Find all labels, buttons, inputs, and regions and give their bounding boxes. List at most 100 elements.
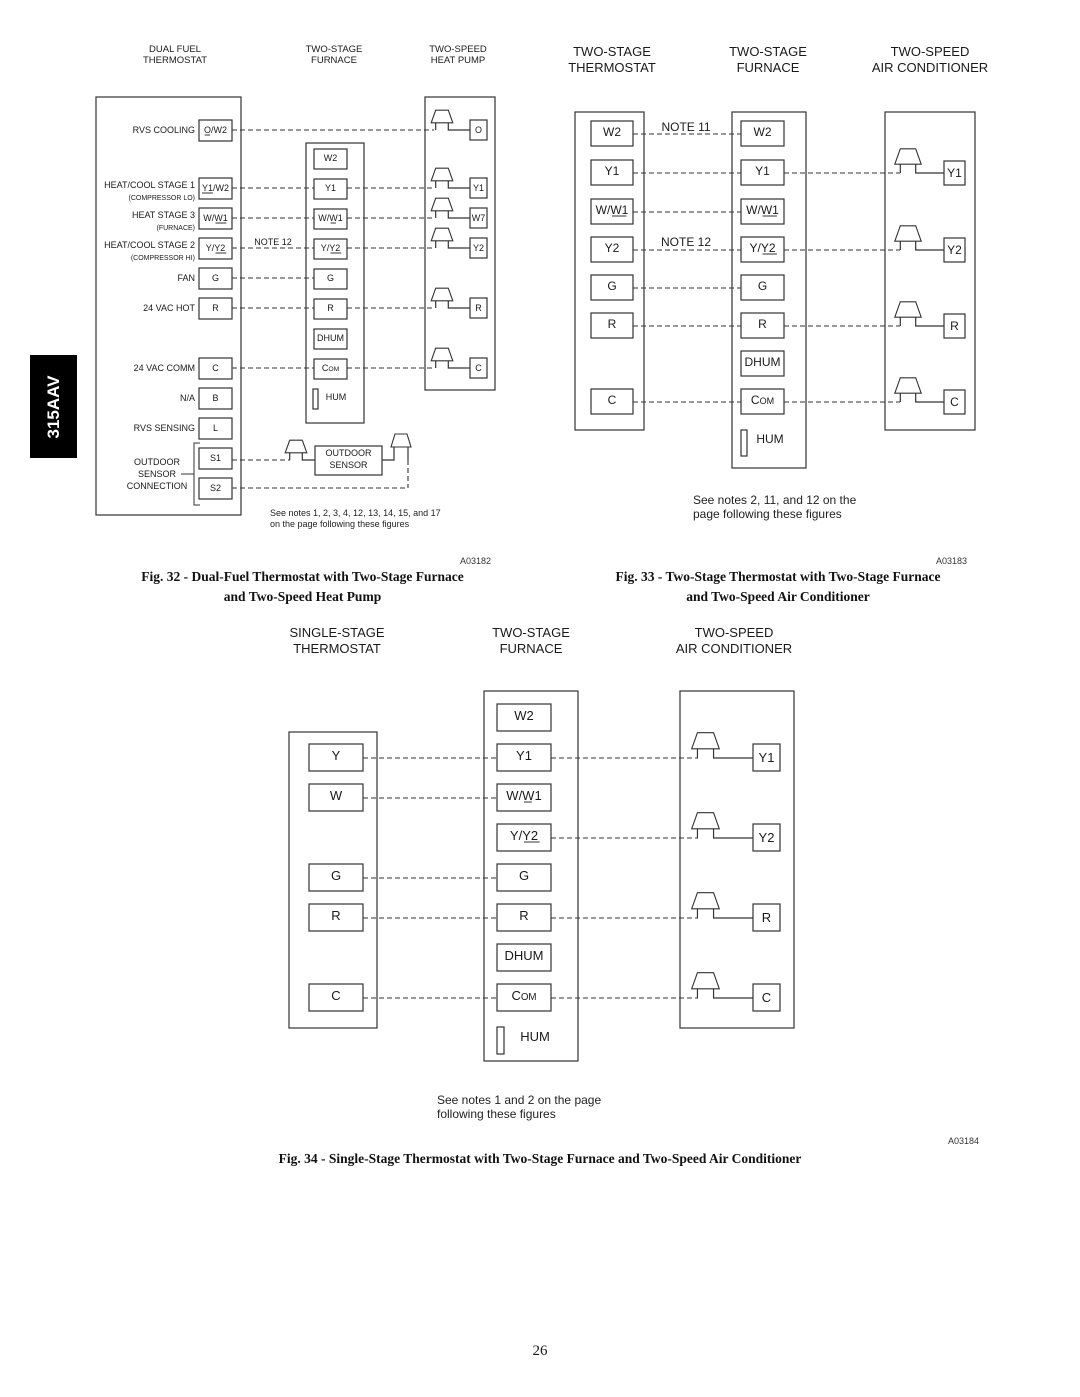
- footnote-line: See notes 2, 11, and 12 on the: [693, 493, 857, 507]
- contactor-coil: [690, 812, 721, 830]
- contactor-icon: [430, 197, 470, 219]
- caption-line: and Two-Speed Heat Pump: [223, 589, 382, 604]
- fig33-thermostat-terminal-label: C: [608, 393, 617, 407]
- caption-line: and Two-Speed Air Conditioner: [686, 589, 870, 604]
- fig32-outdoor-label: CONNECTION: [127, 481, 188, 491]
- fig33-thermostat-terminal-label: Y1: [605, 164, 620, 178]
- footnote-line: following these figures: [437, 1107, 556, 1121]
- fig32-footnote: See notes 1, 2, 3, 4, 12, 13, 14, 15, an…: [270, 508, 441, 530]
- fig32-terminal-function-label: FAN: [177, 273, 195, 283]
- fig34-header-ac: TWO-SPEED AIR CONDITIONER: [660, 625, 808, 656]
- fig32-heatpump-terminal-label: O: [475, 125, 482, 135]
- header-line: TWO-SPEED: [694, 625, 774, 640]
- contactor-coil: [430, 227, 454, 242]
- solid-wire: [915, 164, 944, 174]
- contactor-coil: [390, 433, 412, 448]
- contactor-icon: [430, 227, 470, 249]
- fig32-terminal-function-label: 24 VAC HOT: [143, 303, 195, 313]
- contactor-coil: [430, 197, 454, 212]
- fig32-heatpump-terminal-label: Y2: [473, 243, 484, 253]
- fig33-furnace-terminal-label: DHUM: [745, 355, 781, 369]
- fig34-furnace-terminal-label: HUM: [520, 1029, 550, 1044]
- solid-wire: [915, 317, 944, 327]
- fig32-thermostat-terminal-label: C: [212, 363, 219, 373]
- contactor-coil: [430, 347, 454, 362]
- fig32-furnace-terminal-label: W/W1: [318, 213, 343, 223]
- fig32-thermostat-terminal-label: O/W2: [204, 125, 227, 135]
- footnote-line: page following these figures: [693, 507, 842, 521]
- fig32-thermostat-terminal-label: S1: [210, 453, 221, 463]
- fig32-thermostat-terminal-label: S2: [210, 483, 221, 493]
- fig32-caption: Fig. 32 - Dual-Fuel Thermostat with Two-…: [90, 567, 515, 607]
- fig34-furnace-terminal-label: COM: [511, 988, 536, 1003]
- fig32-terminal-function-label: RVS SENSING: [134, 423, 195, 433]
- contactor-icon: [690, 732, 753, 759]
- header-line: TWO-STAGE: [492, 625, 570, 640]
- fig32-furnace-terminal-label: Y1: [325, 183, 336, 193]
- solid-wire: [712, 748, 753, 759]
- header-line: SINGLE-STAGE: [289, 625, 385, 640]
- fig33-furnace-terminal-label: Y/Y2: [749, 241, 775, 255]
- caption-line: Fig. 32 - Dual-Fuel Thermostat with Two-…: [141, 569, 464, 584]
- fig34-ac-box: [679, 690, 795, 1029]
- fig32-outdoor-label: OUTDOOR: [134, 457, 180, 467]
- fig33-diagram: W2 Y1 W/W1 Y2 G R C W2 Y1 W/W1 Y/Y2 G R DHUM COM HUM Y1 Y…: [574, 111, 976, 469]
- fig34-furnace-terminal-label: Y1: [516, 748, 532, 763]
- fig32-diagram: O/W2 RVS COOLING Y1/W2 HEAT/COOL STAGE 1 (CO…: [95, 96, 496, 516]
- contactor-coil: [894, 377, 922, 394]
- fig34-thermostat-terminal-label: Y: [332, 748, 341, 763]
- header-line: FURNACE: [499, 640, 563, 656]
- fig33-hum-terminal: [740, 429, 748, 457]
- fig32-terminal-function-label: RVS COOLING: [133, 125, 195, 135]
- fig33-thermostat-terminal-label: W2: [603, 125, 621, 139]
- contactor-coil: [894, 148, 922, 165]
- fig34-header-thermostat: SINGLE-STAGE THERMOSTAT: [262, 625, 412, 656]
- contactor-icon: [430, 347, 470, 369]
- fig33-furnace-terminal-label: G: [758, 279, 767, 293]
- fig32-furnace-terminal-label: W2: [324, 153, 338, 163]
- contactor-coil: [894, 301, 922, 318]
- fig32-furnace-terminal-label: COM: [322, 363, 340, 373]
- solid-wire: [447, 122, 470, 131]
- contactor-icon: [894, 148, 944, 174]
- fig32-heatpump-terminal-label: Y1: [473, 183, 484, 193]
- fig33-caption: Fig. 33 - Two-Stage Thermostat with Two-…: [572, 567, 984, 607]
- caption-line: Fig. 33 - Two-Stage Thermostat with Two-…: [615, 569, 941, 584]
- fig32-terminal-function-sublabel: (COMPRESSOR LO): [128, 195, 195, 202]
- fig32-furnace-terminal-label: R: [327, 303, 334, 313]
- fig33-ac-terminal-label: Y1: [947, 166, 962, 180]
- fig34-ac-terminal-label: R: [762, 910, 771, 925]
- contactor-coil: [894, 225, 922, 242]
- fig33-furnace-terminal-label: HUM: [756, 432, 783, 446]
- fig33-ac-terminal-label: Y2: [947, 243, 962, 257]
- solid-wire: [447, 210, 470, 219]
- fig32-heatpump-terminal-label: R: [475, 303, 482, 313]
- fig32-thermostat-terminal-label: W/W1: [203, 213, 228, 223]
- contactor-coil: [430, 167, 454, 182]
- fig32-heatpump-terminal-label: W7: [472, 213, 486, 223]
- fig34-header-furnace: TWO-STAGE FURNACE: [470, 625, 592, 656]
- fig32-terminal-function-label: HEAT/COOL STAGE 1: [104, 180, 195, 190]
- fig34-thermostat-terminal-label: C: [331, 988, 340, 1003]
- fig32-terminal-function-label: N/A: [180, 393, 195, 403]
- contactor-icon: [894, 301, 944, 327]
- fig33-furnace-terminal-label: R: [758, 317, 767, 331]
- contactor-icon: [894, 225, 944, 251]
- solid-wire: [915, 393, 944, 403]
- solid-wire: [447, 180, 470, 189]
- solid-wire: [712, 908, 753, 919]
- fig32-hum-terminal: [312, 388, 319, 410]
- contactor-icon: [690, 892, 753, 919]
- wiring-diagrams: O/W2 RVS COOLING Y1/W2 HEAT/COOL STAGE 1 (CO…: [95, 96, 976, 1062]
- fig32-furnace-terminal-label: G: [327, 273, 334, 283]
- contactor-coil: [430, 109, 454, 124]
- fig32-outdoor-sensor-label: SENSOR: [329, 460, 368, 470]
- fig32-terminal-function-label: HEAT/COOL STAGE 2: [104, 240, 195, 250]
- fig33-note11: NOTE 11: [661, 120, 710, 134]
- fig33-thermostat-terminal-label: W/W1: [596, 203, 629, 217]
- fig33-footnote: See notes 2, 11, and 12 on the page foll…: [693, 493, 856, 521]
- fig34-thermostat-terminal-label: R: [331, 908, 340, 923]
- fig32-note12: NOTE 12: [254, 237, 292, 247]
- footnote-line: See notes 1, 2, 3, 4, 12, 13, 14, 15, an…: [270, 508, 441, 518]
- fig32-terminal-function-label: HEAT STAGE 3: [132, 210, 195, 220]
